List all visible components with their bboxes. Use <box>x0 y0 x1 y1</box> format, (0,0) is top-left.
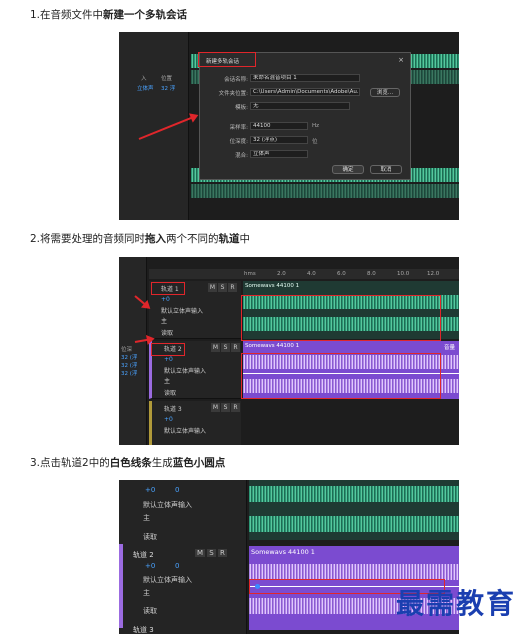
automation-mode[interactable]: 读取 <box>164 388 176 397</box>
automation-mode[interactable]: 读取 <box>143 606 157 616</box>
session-name-input[interactable]: 未命名混音项目 1 <box>250 74 360 82</box>
record-button[interactable]: R <box>231 403 240 412</box>
close-icon[interactable]: × <box>398 56 404 64</box>
clip-name: Somewavs 44100 1 <box>245 283 300 289</box>
highlight-track-1-clip <box>241 295 441 341</box>
mute-button[interactable]: M <box>211 343 220 352</box>
files-cell[interactable]: 立体声 <box>137 84 154 92</box>
volume-knob[interactable]: +0 <box>145 562 155 570</box>
track-headers: 轨道 1 MSR +0 默认立体声输入 主 读取 轨道 2 MSR +0 默认立… <box>149 281 244 445</box>
bit-depth-label: 位深度: <box>229 139 248 145</box>
files-panel: 入 位置 立体声 32 浮 <box>119 32 189 220</box>
automation-mode[interactable]: 读取 <box>143 532 157 542</box>
folder-location-label: 文件夹位置: <box>218 91 248 97</box>
record-button[interactable]: R <box>217 549 227 557</box>
waveform-left <box>249 564 459 580</box>
cancel-button[interactable]: 取消 <box>370 165 402 174</box>
clip-tag: 音量 <box>443 345 455 351</box>
sample-rate-unit: Hz <box>312 123 320 129</box>
waveform-bottom-2 <box>191 184 459 198</box>
input-select[interactable]: 默认立体声输入 <box>164 366 206 375</box>
mute-button[interactable]: M <box>211 403 220 412</box>
track-3-header[interactable]: 轨道 3 MSR +0 默认立体声输入 <box>149 401 241 445</box>
pan-knob[interactable]: 0 <box>175 486 179 494</box>
output-select[interactable]: 主 <box>143 513 150 523</box>
files-col-header: 位深 <box>121 347 133 353</box>
output-select[interactable]: 主 <box>143 588 150 598</box>
record-button[interactable]: R <box>231 343 240 352</box>
template-select[interactable]: 无 <box>250 102 350 110</box>
screenshot-drag-to-tracks: 位深 32 (浮 32 (浮 32 (浮 hms 2.0 4.0 6.0 8.0… <box>119 257 459 445</box>
waveform-left <box>249 486 459 502</box>
screenshot-new-multitrack-session: 入 位置 立体声 32 浮 新建多轨会话 × 会话名称: 未命名混音项目 1 文… <box>119 32 459 220</box>
volume-knob[interactable]: +0 <box>145 486 155 494</box>
step-2-caption: 2.将需要处理的音频同时拖入两个不同的轨道中 <box>30 233 251 245</box>
track-2-color-strip <box>119 544 123 628</box>
track-name[interactable]: 轨道 3 <box>133 625 154 634</box>
input-select[interactable]: 默认立体声输入 <box>161 306 203 315</box>
clip-name: Somewavs 44100 1 <box>251 548 315 556</box>
sample-rate-select[interactable]: 44100 <box>250 122 308 130</box>
highlight-track-2-name <box>151 343 185 356</box>
automation-mode[interactable]: 读取 <box>161 328 173 337</box>
step-3-caption: 3.点击轨道2中的白色线条生成蓝色小圆点 <box>30 457 226 469</box>
mute-button[interactable]: M <box>195 549 206 557</box>
waveform-right <box>249 516 459 532</box>
track-headers: +0 0 默认立体声输入 主 读取 轨道 2 M S R +0 0 默认立体声输… <box>119 480 247 634</box>
solo-button[interactable]: S <box>221 343 230 352</box>
volume-knob[interactable]: +0 <box>164 416 173 423</box>
track-1-clip[interactable] <box>249 480 459 540</box>
highlight-dialog-title <box>198 52 256 67</box>
input-select[interactable]: 默认立体声输入 <box>143 575 192 585</box>
files-cell[interactable]: 32 浮 <box>161 84 175 92</box>
files-panel: 位深 32 (浮 32 (浮 32 (浮 <box>119 257 147 445</box>
record-button[interactable]: R <box>228 283 237 292</box>
new-multitrack-dialog: 新建多轨会话 × 会话名称: 未命名混音项目 1 文件夹位置: C:\Users… <box>199 52 411 180</box>
input-select[interactable]: 默认立体声输入 <box>164 426 206 435</box>
ok-button[interactable]: 确定 <box>332 165 364 174</box>
files-cell[interactable]: 32 (浮 <box>121 353 137 361</box>
step-1-caption: 1.在音频文件中新建一个多轨会话 <box>30 9 188 21</box>
mix-label: 混合: <box>235 153 248 159</box>
timeline-ruler[interactable]: hms 2.0 4.0 6.0 8.0 10.0 12.0 <box>149 269 459 279</box>
session-name-label: 会话名称: <box>224 77 248 83</box>
mute-button[interactable]: M <box>208 283 217 292</box>
pan-knob[interactable]: 0 <box>175 562 179 570</box>
solo-button[interactable]: S <box>207 549 216 557</box>
track-name[interactable]: 轨道 2 <box>133 550 154 560</box>
solo-button[interactable]: S <box>218 283 227 292</box>
bit-depth-unit: 位 <box>312 139 318 145</box>
track-name[interactable]: 轨道 3 <box>164 404 182 413</box>
bit-depth-select[interactable]: 32 (浮点) <box>250 136 308 144</box>
volume-knob[interactable]: +0 <box>164 356 173 363</box>
highlight-track-1-name <box>151 282 185 295</box>
input-select[interactable]: 默认立体声输入 <box>143 500 192 510</box>
watermark-logo: 最需教育 <box>395 587 516 620</box>
folder-location-input[interactable]: C:\Users\Admin\Documents\Adobe\Au... <box>250 88 360 96</box>
solo-button[interactable]: S <box>221 403 230 412</box>
clip-name: Somewavs 44100 1 <box>245 343 300 349</box>
template-label: 模板: <box>235 105 248 111</box>
output-select[interactable]: 主 <box>161 316 167 325</box>
volume-knob[interactable]: +0 <box>161 296 170 303</box>
browse-button[interactable]: 浏览... <box>370 88 400 97</box>
files-cell[interactable]: 32 (浮 <box>121 361 137 369</box>
files-cell[interactable]: 32 (浮 <box>121 369 137 377</box>
files-col-header: 入 <box>141 76 147 82</box>
highlight-track-2-clip <box>241 353 441 399</box>
mix-select[interactable]: 立体声 <box>250 150 308 158</box>
output-select[interactable]: 主 <box>164 376 170 385</box>
sample-rate-label: 采样率: <box>229 125 248 131</box>
files-col-header: 位置 <box>161 76 173 82</box>
